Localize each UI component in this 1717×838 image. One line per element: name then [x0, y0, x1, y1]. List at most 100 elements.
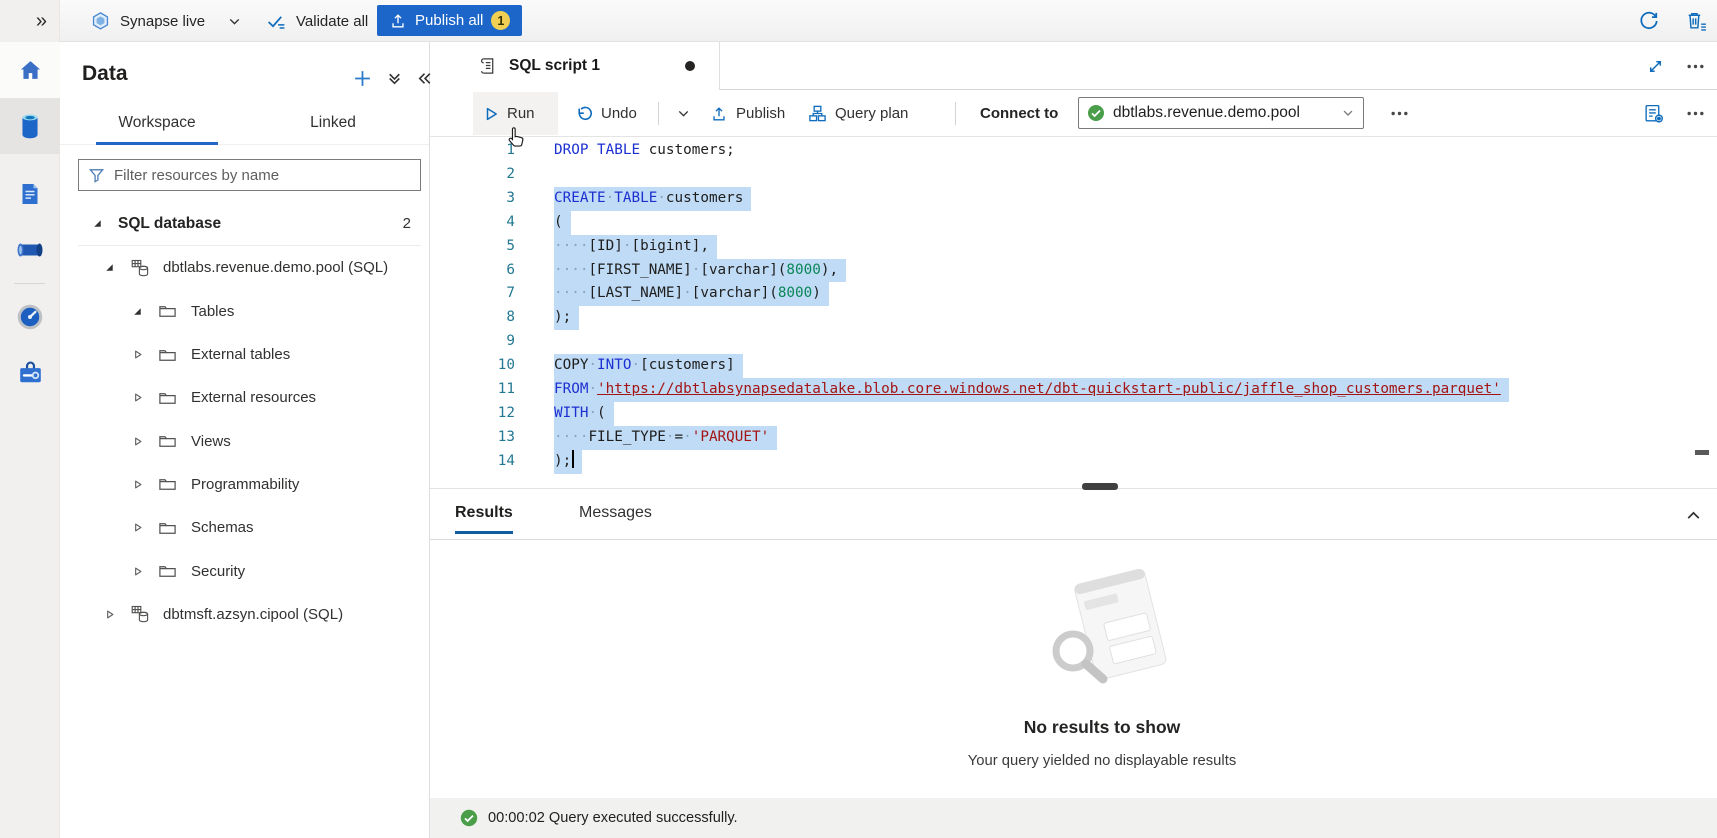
tree-expanded-arrow-icon[interactable]	[104, 262, 116, 273]
sql-code-editor[interactable]: 1DROP TABLE customers;23CREATE·TABLE·cus…	[430, 137, 1717, 478]
code-line[interactable]: 2	[430, 163, 1717, 187]
query-plan-icon	[808, 104, 827, 123]
editor-tab-title: SQL script 1	[509, 57, 600, 75]
editor-more-options-icon[interactable]	[1686, 110, 1705, 117]
code-line[interactable]: 3CREATE·TABLE·customers	[430, 187, 1717, 211]
tab-messages[interactable]: Messages	[579, 504, 652, 531]
tab-more-options-icon[interactable]	[1686, 63, 1705, 70]
discard-trash-icon	[1685, 10, 1708, 32]
tab-workspace[interactable]: Workspace	[96, 104, 218, 145]
mode-selector-label: Synapse live	[120, 13, 205, 30]
code-line[interactable]: 14);	[430, 450, 1717, 474]
code-line[interactable]: 6····[FIRST_NAME]·[varchar](8000),	[430, 259, 1717, 283]
left-nav-rail: »	[0, 0, 60, 838]
tree-item[interactable]: Security	[60, 549, 429, 592]
publish-button[interactable]: Publish	[700, 92, 795, 135]
splitter-grip[interactable]	[1082, 483, 1118, 490]
tab-linked[interactable]: Linked	[278, 104, 388, 145]
tree-item-label: External resources	[191, 389, 316, 406]
code-line[interactable]: 7····[LAST_NAME]·[varchar](8000)	[430, 282, 1717, 306]
code-line-text: ····FILE_TYPE·=·'PARQUET'	[554, 426, 777, 450]
code-line[interactable]: 10COPY·INTO·[customers]	[430, 354, 1717, 378]
tree-collapsed-arrow-icon[interactable]	[132, 522, 144, 533]
tree-collapsed-arrow-icon[interactable]	[132, 349, 144, 360]
tree-item[interactable]: External tables	[60, 333, 429, 376]
validate-check-icon	[266, 11, 287, 32]
nav-integrate-button[interactable]	[0, 222, 60, 278]
publish-upload-icon	[710, 105, 728, 123]
nav-manage-button[interactable]	[0, 345, 60, 401]
script-properties-icon[interactable]	[1643, 103, 1664, 124]
home-icon	[17, 58, 44, 83]
tree-collapsed-arrow-icon[interactable]	[104, 609, 116, 620]
tab-results[interactable]: Results	[455, 504, 513, 534]
expand-nav-button[interactable]: »	[0, 0, 59, 42]
tree-collapsed-arrow-icon[interactable]	[132, 566, 144, 577]
nav-develop-button[interactable]	[0, 166, 60, 222]
code-line[interactable]: 11FROM·'https://dbtlabsynapsedatalake.bl…	[430, 378, 1717, 402]
code-line[interactable]: 12WITH·(	[430, 402, 1717, 426]
publish-all-button[interactable]: Publish all 1	[377, 5, 522, 36]
refresh-button[interactable]	[1638, 0, 1660, 42]
query-plan-button[interactable]: Query plan	[798, 92, 918, 135]
run-button[interactable]: Run	[473, 92, 558, 135]
collapse-all-icon[interactable]	[386, 70, 403, 87]
manage-toolbox-icon	[17, 360, 44, 386]
nav-data-button[interactable]	[0, 98, 60, 154]
overview-ruler-cursor-mark	[1695, 450, 1709, 455]
filter-resources-input[interactable]: Filter resources by name	[78, 159, 421, 191]
tree-item[interactable]: Schemas	[60, 506, 429, 549]
tree-item[interactable]: SQL database2	[60, 202, 429, 245]
tree-item[interactable]: External resources	[60, 376, 429, 419]
editor-results-splitter[interactable]	[430, 478, 1717, 492]
tree-item-label: External tables	[191, 346, 290, 363]
tree-item[interactable]: Tables	[60, 290, 429, 333]
tree-item[interactable]: dbtlabs.revenue.demo.pool (SQL)	[60, 246, 429, 289]
tree-item[interactable]: Programmability	[60, 463, 429, 506]
undo-redo-dropdown[interactable]	[666, 92, 701, 135]
filter-funnel-icon	[88, 167, 105, 184]
splitter-line	[430, 488, 1717, 489]
tree-item[interactable]: dbtmsft.azsyn.cipool (SQL)	[60, 593, 429, 636]
tree-collapsed-arrow-icon[interactable]	[132, 392, 144, 403]
line-number: 11	[430, 378, 515, 402]
code-line[interactable]: 4(	[430, 211, 1717, 235]
code-line[interactable]: 1DROP TABLE customers;	[430, 139, 1717, 163]
code-line-text: ····[FIRST_NAME]·[varchar](8000),	[554, 259, 846, 283]
tree-item-label: dbtmsft.azsyn.cipool (SQL)	[163, 606, 343, 623]
collapse-panel-icon[interactable]	[416, 70, 433, 87]
connect-to-pool-dropdown[interactable]: dbtlabs.revenue.demo.pool	[1078, 97, 1364, 129]
code-line[interactable]: 8);	[430, 306, 1717, 330]
tree-item[interactable]: Views	[60, 419, 429, 462]
mode-selector-chevron[interactable]	[227, 0, 242, 42]
collapse-results-chevron-up-icon[interactable]	[1684, 506, 1703, 525]
add-resource-button[interactable]	[352, 68, 373, 89]
mode-selector[interactable]: Synapse live	[90, 0, 205, 42]
code-line[interactable]: 13····FILE_TYPE·=·'PARQUET'	[430, 426, 1717, 450]
data-icon	[17, 112, 43, 140]
code-line[interactable]: 9	[430, 330, 1717, 354]
code-line-text: );	[554, 450, 582, 474]
code-line[interactable]: 5····[ID]·[bigint],	[430, 235, 1717, 259]
text-cursor	[572, 450, 574, 468]
undo-label: Undo	[601, 105, 637, 122]
line-number: 9	[430, 330, 515, 354]
no-results-empty-state: No results to show Your query yielded no…	[942, 540, 1262, 769]
tab-sql-script-1[interactable]: SQL script 1	[430, 42, 720, 90]
tree-expanded-arrow-icon[interactable]	[132, 306, 144, 317]
publish-all-label: Publish all	[415, 12, 483, 29]
nav-home-button[interactable]	[0, 42, 60, 98]
tree-collapsed-arrow-icon[interactable]	[132, 479, 144, 490]
unsaved-changes-dot	[685, 61, 695, 71]
publish-count-badge: 1	[491, 11, 510, 30]
nav-monitor-button[interactable]	[0, 289, 60, 345]
toolbar-more-options[interactable]	[1380, 92, 1419, 135]
code-line-text: DROP TABLE customers;	[554, 139, 735, 163]
tree-expanded-arrow-icon[interactable]	[92, 218, 104, 229]
discard-all-button[interactable]	[1685, 0, 1708, 42]
tree-collapsed-arrow-icon[interactable]	[132, 436, 144, 447]
tree-item-label: Security	[191, 563, 245, 580]
validate-all-button[interactable]: Validate all	[266, 0, 368, 42]
undo-button[interactable]: Undo	[565, 92, 647, 135]
expand-editor-icon[interactable]	[1647, 58, 1664, 75]
